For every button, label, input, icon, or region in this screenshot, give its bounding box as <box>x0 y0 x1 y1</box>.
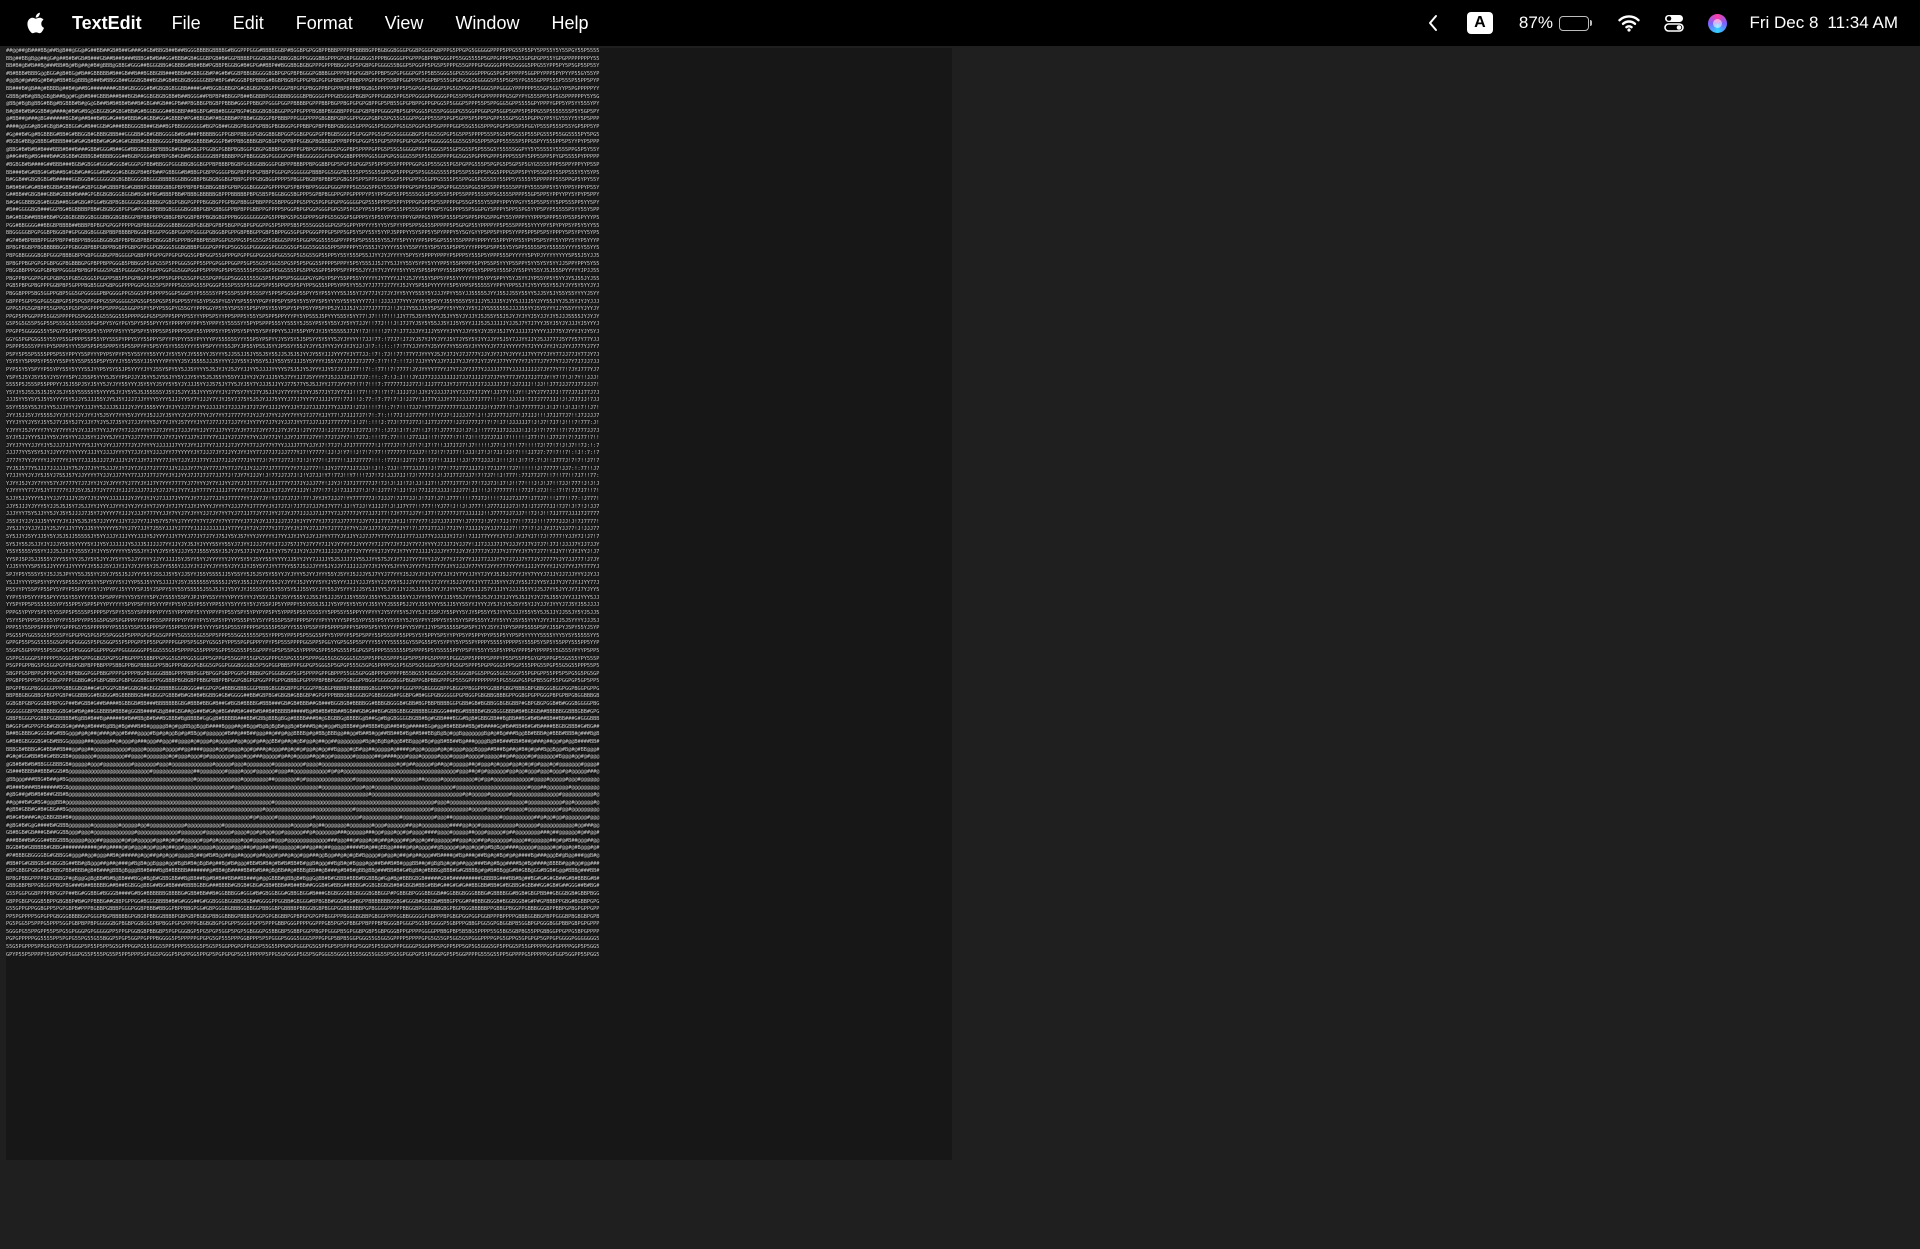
siri-icon[interactable] <box>1708 13 1728 33</box>
clock-date: Fri Dec 8 <box>1749 13 1819 32</box>
input-source-badge: A <box>1466 12 1493 34</box>
menu-bar: TextEdit File Edit Format View Window He… <box>0 0 1920 46</box>
chevron-left-icon[interactable] <box>1427 14 1439 32</box>
battery-percent: 87% <box>1518 13 1553 32</box>
menu-file[interactable]: File <box>172 13 201 34</box>
menu-edit[interactable]: Edit <box>233 13 264 34</box>
app-menu-textedit[interactable]: TextEdit <box>72 13 142 34</box>
battery-icon <box>1558 15 1593 31</box>
status-area: A 87% Fri Dec 8 11:34 AM <box>1405 0 1920 46</box>
menu-help[interactable]: Help <box>551 13 588 34</box>
menu-format[interactable]: Format <box>296 13 353 34</box>
clock-time: 11:34 AM <box>1827 13 1898 32</box>
control-center-icon[interactable] <box>1664 14 1685 32</box>
input-source-menu[interactable]: A <box>1466 12 1493 34</box>
clock[interactable]: Fri Dec 8 11:34 AM <box>1749 13 1898 33</box>
siri-orb <box>1708 13 1728 33</box>
menu-view[interactable]: View <box>385 13 424 34</box>
menu-bar-left: TextEdit File Edit Format View Window He… <box>0 0 621 46</box>
battery-tip <box>1589 20 1593 26</box>
desktop-background <box>952 46 1920 1249</box>
textedit-document[interactable]: ##@@##@B###BB@##B@B##@GG@#G##BB##GB#B##G… <box>6 48 952 1160</box>
apple-menu-icon[interactable] <box>24 10 46 36</box>
document-text[interactable]: ##@@##@B###BB@##B@B##@GG@#G##BB##GB#B##G… <box>6 48 952 959</box>
battery-body <box>1558 15 1589 31</box>
menu-window[interactable]: Window <box>455 13 519 34</box>
wifi-icon[interactable] <box>1618 14 1641 32</box>
battery-menu[interactable]: 87% <box>1519 13 1593 33</box>
